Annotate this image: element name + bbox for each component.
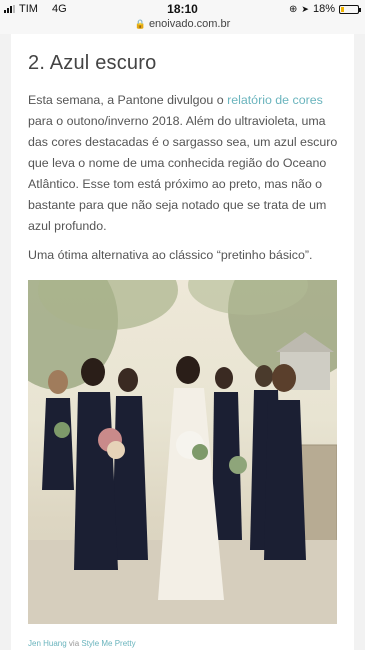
photo-credit: Jen Huang via Style Me Pretty bbox=[28, 639, 136, 648]
article-paragraph-2: Uma ótima alternativa ao clássico “preti… bbox=[28, 248, 313, 262]
article-content: 2. Azul escuro Esta semana, a Pantone di… bbox=[11, 34, 354, 650]
battery-percent: 18% bbox=[312, 3, 335, 15]
lock-icon: 🔒 bbox=[134, 19, 146, 29]
location-icon: ➤ bbox=[301, 3, 309, 14]
battery-icon bbox=[339, 4, 361, 14]
status-bar: TIM 4G 18:10 ⊕ ➤ 18% bbox=[0, 0, 365, 18]
pantone-report-link[interactable]: relatório de cores bbox=[227, 93, 323, 107]
source-link[interactable]: Style Me Pretty bbox=[81, 639, 135, 648]
photo-illustration bbox=[28, 280, 337, 624]
section-heading: 2. Azul escuro bbox=[28, 52, 157, 74]
p1-text-start: Esta semana, a Pantone divulgou o bbox=[28, 93, 228, 107]
rotation-lock-icon: ⊕ bbox=[289, 3, 298, 15]
address-bar[interactable]: 🔒 enoivado.com.br bbox=[0, 18, 365, 34]
article-paragraph-1: Esta semana, a Pantone divulgou o relató… bbox=[28, 90, 340, 237]
status-right: ⊕ ➤ 18% bbox=[289, 3, 361, 15]
bridesmaids-photo bbox=[28, 280, 337, 624]
p1-text-end: para o outono/inverno 2018. Além do ultr… bbox=[28, 114, 338, 233]
url-text: enoivado.com.br bbox=[148, 18, 231, 30]
credit-via: via bbox=[66, 639, 82, 648]
photographer-link[interactable]: Jen Huang bbox=[28, 639, 67, 648]
